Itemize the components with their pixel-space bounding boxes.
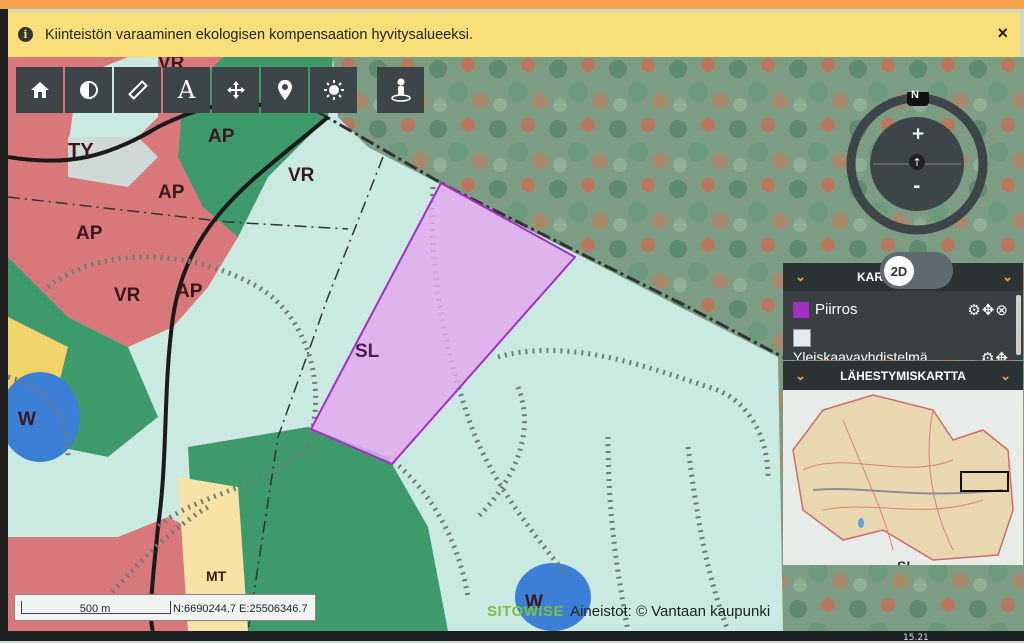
map-label-ap: AP <box>76 223 103 244</box>
overview-map-header[interactable]: ⌄ LÄHESTYMISKARTTA ⌄ <box>783 361 1023 390</box>
map-label-mt: MT <box>206 568 227 584</box>
map-toolbar: A <box>16 67 424 113</box>
chevron-down-icon[interactable]: ⌄ <box>1000 368 1011 384</box>
map-label-sl: SL <box>355 341 380 362</box>
layer-actions[interactable]: ⚙✥ <box>980 349 1009 360</box>
map-label-ap: AP <box>176 281 203 302</box>
close-icon[interactable]: × <box>997 23 1008 44</box>
layer-item[interactable]: Piirros <box>793 301 858 318</box>
zoom-out-button[interactable]: - <box>913 176 920 197</box>
brand-logo: SITOWISE <box>487 603 565 620</box>
layer-name: Piirros <box>815 301 858 318</box>
taskbar: 15.21 <box>0 631 1024 643</box>
2d-3d-toggle[interactable]: 2D <box>880 252 953 289</box>
contrast-icon[interactable] <box>65 67 112 113</box>
navigation-compass[interactable]: N + ↑ - <box>845 89 989 236</box>
location-pin-icon[interactable] <box>261 67 308 113</box>
map-label-w: W <box>18 409 36 430</box>
overview-map[interactable]: SL <box>783 390 1023 565</box>
arrow-up-icon[interactable]: ↑ <box>909 154 925 170</box>
banner-message: Kiinteistön varaaminen ekologisen kompen… <box>45 26 473 43</box>
info-icon: i <box>18 27 33 42</box>
scrollbar[interactable] <box>1016 295 1021 355</box>
map-label-ap: AP <box>158 182 185 203</box>
close-circle-icon[interactable]: ⊗ <box>995 302 1009 319</box>
clock: 15.21 <box>903 633 929 643</box>
map-label-vr: VR <box>114 285 141 306</box>
move-icon[interactable]: ✥ <box>982 302 996 319</box>
attribution-text: Aineistot: © Vantaan kaupunki <box>570 603 771 620</box>
chevron-down-icon[interactable]: ⌄ <box>1002 269 1013 285</box>
sun-icon[interactable] <box>310 67 357 113</box>
gear-icon[interactable]: ⚙ <box>967 302 981 319</box>
scale-bar: 500 m N:6690244.7 E:25506346.7 <box>14 594 316 621</box>
ruler-icon[interactable] <box>114 67 161 113</box>
layer-color-swatch <box>793 301 809 318</box>
zoom-in-button[interactable]: + <box>911 124 925 144</box>
north-indicator[interactable]: N <box>911 89 919 101</box>
text-icon[interactable]: A <box>163 67 210 113</box>
layer-list: Piirros ⚙✥⊗ Yleiskaavayhdistelmä ⚙✥ <box>783 291 1023 360</box>
notification-banner: i Kiinteistön varaaminen ekologisen komp… <box>8 12 1020 57</box>
chevron-down-icon[interactable]: ⌄ <box>795 269 806 285</box>
home-icon[interactable] <box>16 67 63 113</box>
layer-thumbnail <box>793 329 811 347</box>
layer-item[interactable] <box>793 329 817 347</box>
coordinate-readout: N:6690244.7 E:25506346.7 <box>173 603 308 615</box>
overview-map-title: LÄHESTYMISKARTTA <box>840 368 966 383</box>
attribution: SITOWISE Aineistot: © Vantaan kaupunki <box>487 603 770 620</box>
layer-name: Yleiskaavayhdistelmä <box>793 349 928 360</box>
map-label-ty: TY <box>68 140 94 162</box>
move-icon[interactable] <box>212 67 259 113</box>
scale-label: 500 m <box>79 603 111 615</box>
gear-icon[interactable]: ⚙ <box>981 350 995 360</box>
layer-actions[interactable]: ⚙✥⊗ <box>967 301 1009 319</box>
move-icon[interactable]: ✥ <box>995 350 1009 360</box>
2d-toggle-knob[interactable]: 2D <box>884 256 914 286</box>
window-edge <box>0 9 8 641</box>
map-label-vr: VR <box>288 165 315 186</box>
street-view-icon[interactable] <box>377 67 424 113</box>
layer-item[interactable]: Yleiskaavayhdistelmä <box>793 349 928 360</box>
map-label-sl: SL <box>897 558 915 565</box>
chevron-down-icon[interactable]: ⌄ <box>795 368 806 384</box>
map-label-ap: AP <box>208 126 235 147</box>
top-accent-strip <box>0 0 1024 9</box>
